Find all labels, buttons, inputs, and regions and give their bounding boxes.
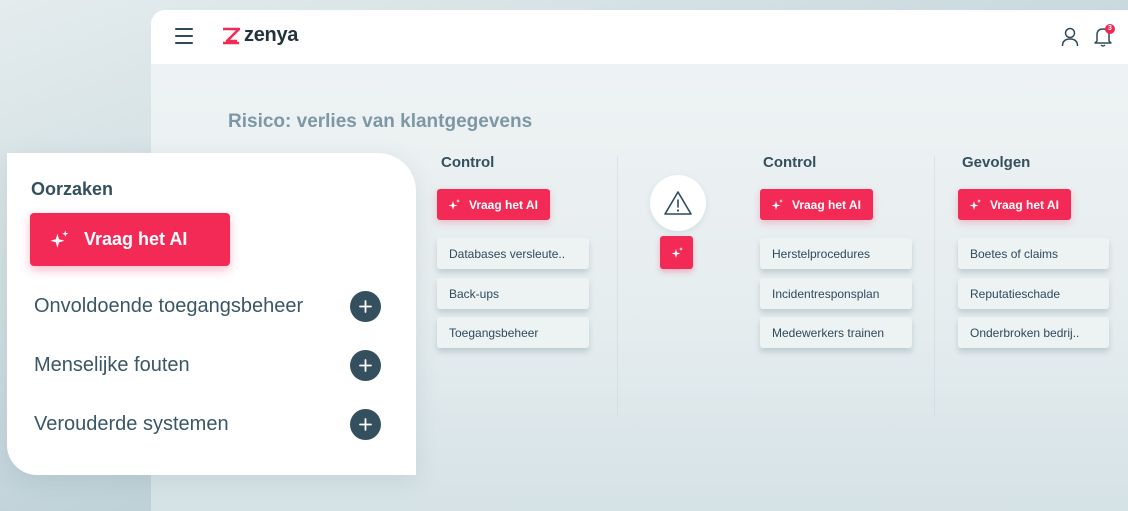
plus-icon bbox=[359, 359, 372, 372]
control-item[interactable]: Medewerkers trainen bbox=[760, 317, 912, 348]
sparkle-icon bbox=[969, 198, 981, 210]
consequence-item[interactable]: Boetes of claims bbox=[958, 238, 1109, 269]
column-divider bbox=[617, 156, 618, 416]
ask-ai-label: Vraag het AI bbox=[84, 229, 188, 249]
user-icon[interactable] bbox=[1061, 27, 1079, 47]
cause-item[interactable]: Verouderde systemen bbox=[34, 413, 229, 436]
consequences-column-heading: Gevolgen bbox=[962, 154, 1031, 171]
ask-ai-button-consequences[interactable]: Vraag het AI bbox=[958, 189, 1071, 220]
hamburger-icon[interactable] bbox=[175, 28, 193, 44]
column-divider bbox=[934, 156, 935, 416]
sparkle-icon bbox=[50, 230, 69, 248]
risk-node[interactable] bbox=[650, 175, 706, 231]
control-item[interactable]: Databases versleute.. bbox=[437, 238, 589, 269]
causes-panel: Oorzaken Vraag het AI Onvoldoende toegan… bbox=[7, 153, 416, 475]
sparkle-icon bbox=[448, 198, 460, 210]
notification-badge: 3 bbox=[1105, 24, 1115, 34]
plus-icon bbox=[359, 300, 372, 313]
ask-ai-label: Vraag het AI bbox=[469, 197, 538, 212]
consequence-item[interactable]: Onderbroken bedrij.. bbox=[958, 317, 1109, 348]
control-item[interactable]: Toegangsbeheer bbox=[437, 317, 589, 348]
causes-heading: Oorzaken bbox=[31, 179, 114, 199]
plus-icon bbox=[359, 418, 372, 431]
risk-title: Risico: verlies van klantgegevens bbox=[228, 111, 533, 132]
zenya-logo-icon bbox=[223, 27, 240, 44]
ask-ai-label: Vraag het AI bbox=[990, 197, 1059, 212]
ask-ai-button-control-1[interactable]: Vraag het AI bbox=[437, 189, 550, 220]
add-cause-button[interactable] bbox=[350, 409, 381, 440]
control-column-heading: Control bbox=[441, 154, 495, 171]
control-item[interactable]: Back-ups bbox=[437, 278, 589, 309]
cause-item[interactable]: Onvoldoende toegangsbeheer bbox=[34, 295, 303, 318]
top-bar: zenya 3 bbox=[151, 10, 1128, 64]
add-cause-button[interactable] bbox=[350, 350, 381, 381]
ask-ai-button-causes[interactable]: Vraag het AI bbox=[30, 213, 230, 266]
ask-ai-label: Vraag het AI bbox=[792, 197, 861, 212]
logo-text: zenya bbox=[244, 24, 299, 46]
ask-ai-icon-button[interactable] bbox=[660, 236, 693, 269]
ask-ai-button-control-2[interactable]: Vraag het AI bbox=[760, 189, 873, 220]
control-column-heading: Control bbox=[763, 154, 817, 171]
add-cause-button[interactable] bbox=[350, 291, 381, 322]
consequence-item[interactable]: Reputatieschade bbox=[958, 278, 1109, 309]
sparkle-icon bbox=[771, 198, 783, 210]
control-item[interactable]: Incidentresponsplan bbox=[760, 278, 912, 309]
sparkle-icon bbox=[671, 246, 683, 258]
warning-triangle-icon bbox=[664, 191, 692, 215]
control-item[interactable]: Herstelprocedures bbox=[760, 238, 912, 269]
logo: zenya bbox=[222, 24, 298, 47]
cause-item[interactable]: Menselijke fouten bbox=[34, 354, 190, 377]
